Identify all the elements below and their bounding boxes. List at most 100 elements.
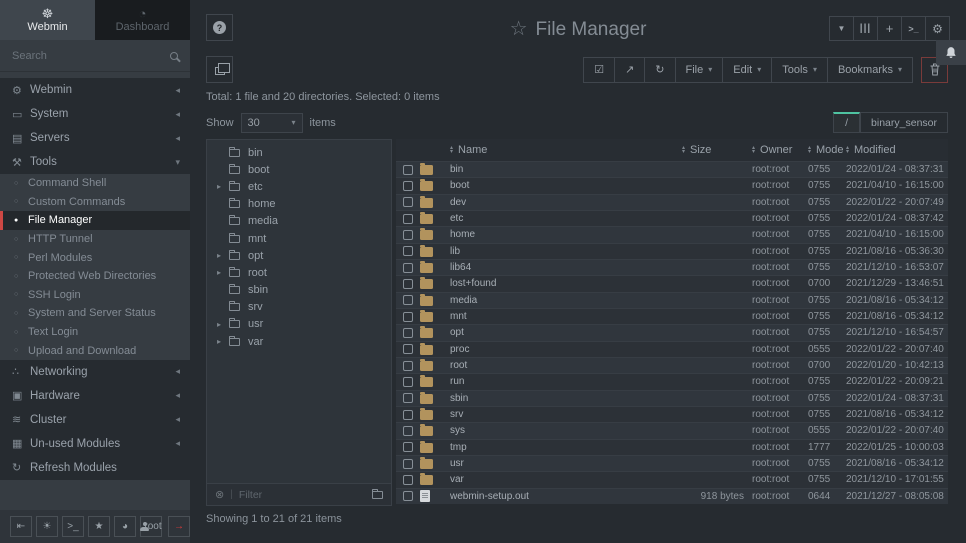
sidebar-item-system-and-server-status[interactable]: ○System and Server Status (0, 304, 190, 323)
row-checkbox[interactable] (403, 295, 413, 305)
tree-filter-input[interactable] (239, 489, 366, 501)
sidebar-item-upload-and-download[interactable]: ○Upload and Download (0, 341, 190, 360)
table-row-var[interactable]: varroot:root07552021/12/10 - 17:01:55 (396, 471, 948, 487)
sidebar-item-ssh-login[interactable]: ○SSH Login (0, 286, 190, 305)
table-row-etc[interactable]: etcroot:root07552022/01/24 - 08:37:42 (396, 210, 948, 226)
sidebar-item-webmin[interactable]: ⚙Webmin◂ (0, 78, 190, 102)
row-checkbox[interactable] (403, 246, 413, 256)
tree-item-home[interactable]: home (207, 196, 391, 213)
stats-button[interactable]: ◕ (114, 516, 136, 537)
row-checkbox[interactable] (403, 475, 413, 485)
sidebar-item-protected-web-directories[interactable]: ○Protected Web Directories (0, 267, 190, 286)
tree-item-var[interactable]: ▸var (207, 333, 391, 350)
table-row-sbin[interactable]: sbinroot:root07552022/01/24 - 08:37:31 (396, 390, 948, 406)
tools-menu-button[interactable]: Tools▾ (771, 57, 828, 83)
sidebar-item-tools[interactable]: ⚒Tools▾ (0, 150, 190, 174)
bookmarks-menu-button[interactable]: Bookmarks▾ (827, 57, 913, 83)
shell-button[interactable]: >_ (62, 516, 84, 537)
sidebar-item-networking[interactable]: ∴Networking◂ (0, 360, 190, 384)
logout-button[interactable]: → (168, 516, 190, 537)
tree-item-sbin[interactable]: sbin (207, 282, 391, 299)
sidebar-item-command-shell[interactable]: ○Command Shell (0, 174, 190, 193)
row-checkbox[interactable] (403, 459, 413, 469)
table-row-boot[interactable]: bootroot:root07552021/04/10 - 16:15:00 (396, 177, 948, 193)
search-input[interactable] (12, 50, 170, 62)
tree-item-opt[interactable]: ▸opt (207, 247, 391, 264)
sidebar-item-custom-commands[interactable]: ○Custom Commands (0, 193, 190, 212)
tab-dashboard[interactable]: ◔ Dashboard (95, 0, 190, 40)
collapse-sidebar-button[interactable]: ⇤ (10, 516, 32, 537)
table-row-proc[interactable]: procroot:root05552022/01/22 - 20:07:40 (396, 341, 948, 357)
row-checkbox[interactable] (403, 312, 413, 322)
table-row-opt[interactable]: optroot:root07552021/12/10 - 16:54:57 (396, 324, 948, 340)
refresh-button[interactable]: ↻ (644, 57, 675, 83)
notifications-panel[interactable] (936, 40, 966, 65)
table-row-tmp[interactable]: tmproot:root17772022/01/25 - 10:00:03 (396, 439, 948, 455)
tree-item-boot[interactable]: boot (207, 161, 391, 178)
theme-button[interactable]: ☀ (36, 516, 58, 537)
export-button[interactable]: ↗ (614, 57, 645, 83)
table-row-usr[interactable]: usrroot:root07552021/08/16 - 05:34:12 (396, 455, 948, 471)
tree-expand-icon[interactable]: ▸ (217, 268, 227, 277)
table-row-home[interactable]: homeroot:root07552021/04/10 - 16:15:00 (396, 226, 948, 242)
tree-item-usr[interactable]: ▸usr (207, 316, 391, 333)
tree-item-bin[interactable]: bin (207, 144, 391, 161)
column-header-size[interactable]: ▴▾Size (682, 144, 744, 156)
sidebar-item-hardware[interactable]: ▣Hardware◂ (0, 384, 190, 408)
breadcrumb-current[interactable]: binary_sensor (860, 112, 948, 133)
select-all-button[interactable]: ☑ (583, 57, 615, 83)
columns-button[interactable]: ||| (853, 16, 878, 41)
table-row-root[interactable]: rootroot:root07002022/01/20 - 10:42:13 (396, 357, 948, 373)
column-header-modified[interactable]: ▴▾Modified (846, 144, 948, 156)
tree-expand-icon[interactable]: ▸ (217, 251, 227, 260)
favorite-star-icon[interactable]: ☆ (510, 18, 528, 40)
user-button[interactable]: root (140, 516, 162, 537)
tree-expand-icon[interactable]: ▸ (217, 182, 227, 191)
edit-menu-button[interactable]: Edit▾ (722, 57, 772, 83)
row-checkbox[interactable] (403, 442, 413, 452)
sidebar-item-servers[interactable]: ▤Servers◂ (0, 126, 190, 150)
sidebar-item-un-used-modules[interactable]: ▦Un-used Modules◂ (0, 432, 190, 456)
sidebar-item-file-manager[interactable]: ●File Manager (0, 211, 190, 230)
column-header-mode[interactable]: ▴▾Mode (804, 144, 846, 156)
tree-expand-icon[interactable]: ▸ (217, 337, 227, 346)
column-header-name[interactable]: ▴▾Name (450, 144, 682, 156)
items-per-page-select[interactable]: 30 ▾ (241, 113, 303, 133)
row-checkbox[interactable] (403, 344, 413, 354)
row-checkbox[interactable] (403, 230, 413, 240)
table-row-lost-found[interactable]: lost+foundroot:root07002021/12/29 - 13:4… (396, 275, 948, 291)
row-checkbox[interactable] (403, 197, 413, 207)
tree-expand-icon[interactable]: ▸ (217, 320, 227, 329)
add-button[interactable]: + (877, 16, 902, 41)
paste-buffer-button[interactable] (206, 56, 233, 83)
table-row-lib64[interactable]: lib64root:root07552021/12/10 - 16:53:07 (396, 259, 948, 275)
table-row-media[interactable]: mediaroot:root07552021/08/16 - 05:34:12 (396, 292, 948, 308)
row-checkbox[interactable] (403, 410, 413, 420)
tree-item-mnt[interactable]: mnt (207, 230, 391, 247)
sidebar-item-text-login[interactable]: ○Text Login (0, 323, 190, 342)
tab-webmin[interactable]: ☸ Webmin (0, 0, 95, 40)
row-checkbox[interactable] (403, 361, 413, 371)
table-row-lib[interactable]: libroot:root07552021/08/16 - 05:36:30 (396, 243, 948, 259)
row-checkbox[interactable] (403, 165, 413, 175)
table-row-sys[interactable]: sysroot:root05552022/01/22 - 20:07:40 (396, 422, 948, 438)
sidebar-item-perl-modules[interactable]: ○Perl Modules (0, 248, 190, 267)
row-checkbox[interactable] (403, 426, 413, 436)
row-checkbox[interactable] (403, 279, 413, 289)
breadcrumb-root[interactable]: / (833, 112, 860, 133)
sidebar-item-system[interactable]: ▭System◂ (0, 102, 190, 126)
clear-filter-icon[interactable]: ⊗ (215, 488, 224, 501)
row-checkbox[interactable] (403, 328, 413, 338)
settings-button[interactable]: ⚙ (925, 16, 950, 41)
row-checkbox[interactable] (403, 263, 413, 273)
table-row-run[interactable]: runroot:root07552022/01/22 - 20:09:21 (396, 373, 948, 389)
table-row-dev[interactable]: devroot:root07552022/01/22 - 20:07:49 (396, 194, 948, 210)
row-checkbox[interactable] (403, 491, 413, 501)
file-menu-button[interactable]: File▾ (675, 57, 724, 83)
sidebar-item-cluster[interactable]: ≋Cluster◂ (0, 408, 190, 432)
tree-item-root[interactable]: ▸root (207, 264, 391, 281)
tree-item-media[interactable]: media (207, 213, 391, 230)
row-checkbox[interactable] (403, 377, 413, 387)
table-row-srv[interactable]: srvroot:root07552021/08/16 - 05:34:12 (396, 406, 948, 422)
sidebar-item-refresh-modules[interactable]: ↻Refresh Modules (0, 456, 190, 480)
